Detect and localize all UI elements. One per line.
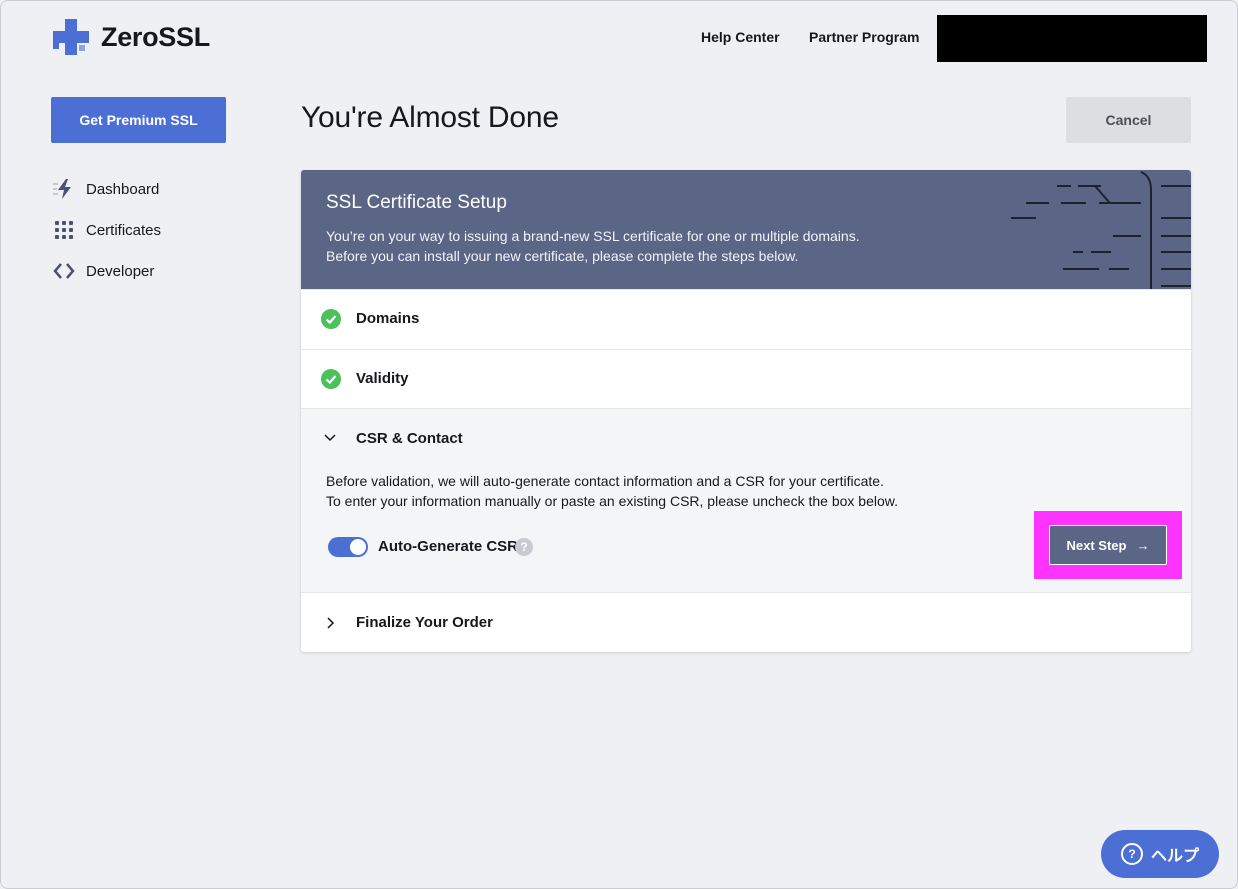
step-finalize-order[interactable]: Finalize Your Order [301,592,1191,652]
chevron-right-icon [327,617,335,629]
help-button[interactable]: ? ヘルプ [1101,830,1219,878]
arrow-right-icon: → [1136,537,1150,553]
step-csr-contact: CSR & Contact Before validation, we will… [301,408,1191,592]
sidebar-item-dashboard[interactable]: Dashboard [53,179,159,199]
step-label[interactable]: CSR & Contact [356,430,463,447]
step-label: Finalize Your Order [356,614,493,631]
csr-description-line: To enter your information manually or pa… [326,493,898,509]
csr-description-line: Before validation, we will auto-generate… [326,473,884,489]
step-domains[interactable]: Domains [301,289,1191,349]
sidebar-item-label: Certificates [86,221,162,239]
toggle-knob [350,539,366,555]
step-label: Validity [356,370,409,387]
bolt-icon [53,179,75,199]
app-window: ZeroSSL Help Center Partner Program Get … [0,0,1238,889]
help-button-label: ヘルプ [1150,848,1199,865]
brand-logo[interactable]: ZeroSSL [53,19,210,55]
auto-generate-csr-toggle[interactable] [328,537,368,557]
step-label: Domains [356,310,420,327]
get-premium-ssl-button[interactable]: Get Premium SSL [51,97,226,143]
nav-help-center[interactable]: Help Center [701,29,780,45]
highlight-box: Next Step → [1034,511,1182,579]
card-description-line: You’re on your way to issuing a brand-ne… [326,228,860,244]
card-title: SSL Certificate Setup [326,192,507,213]
cancel-button[interactable]: Cancel [1066,97,1191,143]
help-tooltip-icon[interactable]: ? [515,538,533,556]
card-description-line: Before you can install your new certific… [326,248,799,264]
grid-icon [53,220,75,240]
card-description: You’re on your way to issuing a brand-ne… [326,226,860,266]
decorative-lines-graphic [1011,171,1191,289]
ssl-setup-card: SSL Certificate Setup You’re on your way… [301,170,1191,652]
check-circle-icon [321,369,341,389]
question-circle-icon: ? [1120,843,1143,865]
toggle-label: Auto-Generate CSR [378,538,519,555]
sidebar-item-certificates[interactable]: Certificates [53,220,161,240]
csr-description: Before validation, we will auto-generate… [326,471,898,511]
brand-name: ZeroSSL [101,21,210,52]
next-step-button[interactable]: Next Step → [1049,525,1167,565]
code-icon [53,261,75,281]
sidebar-item-label: Dashboard [86,180,160,198]
check-circle-icon [321,309,341,329]
sidebar-item-developer[interactable]: Developer [53,261,154,281]
step-validity[interactable]: Validity [301,349,1191,409]
sidebar-item-label: Developer [86,262,155,280]
nav-partner-program[interactable]: Partner Program [809,29,919,45]
next-step-label: Next Step [1066,537,1127,553]
zerossl-logo-icon [53,19,89,55]
page-title: You're Almost Done [301,101,559,134]
card-header: SSL Certificate Setup You’re on your way… [301,170,1191,289]
chevron-down-icon[interactable] [323,431,337,445]
account-menu-redacted[interactable] [937,15,1207,62]
